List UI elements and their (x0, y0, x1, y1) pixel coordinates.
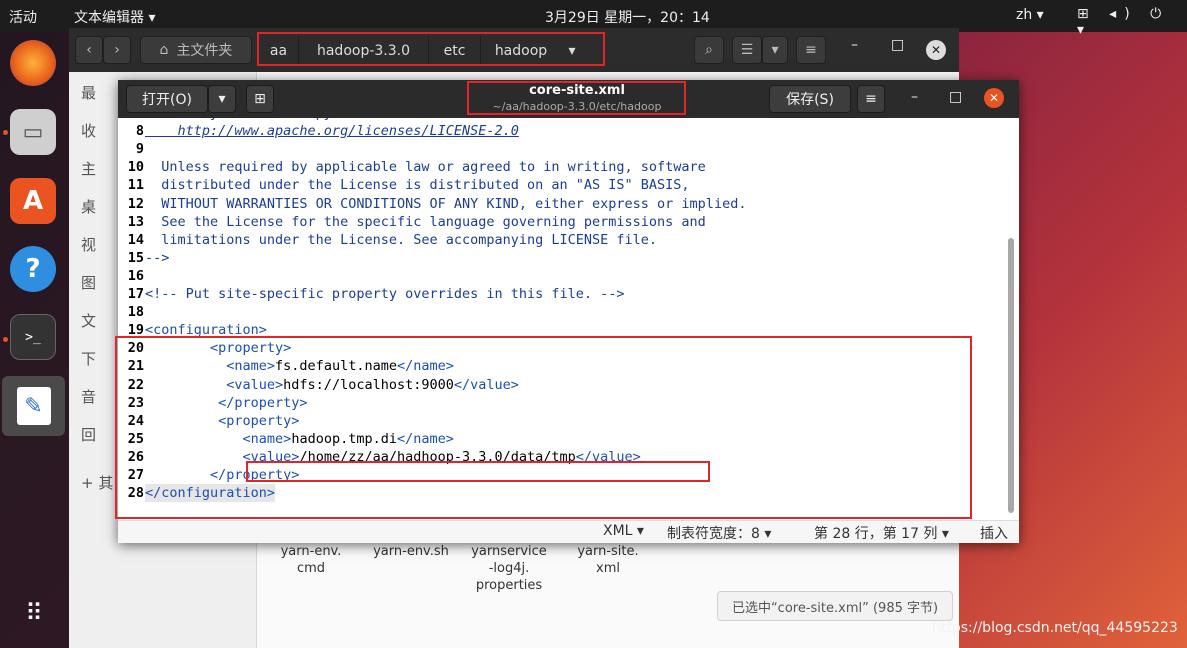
code-line: WITHOUT WARRANTIES OR CONDITIONS OF ANY … (145, 195, 746, 213)
line-number: 14 (127, 231, 144, 248)
maximize-icon[interactable]: □ (949, 89, 962, 105)
clock[interactable]: 3月29日 星期一，20：14 (545, 7, 710, 27)
code-text: You may obtain a copy of the License at (145, 118, 478, 121)
menu-icon[interactable]: ≡ (796, 36, 826, 64)
input-method-menu[interactable]: zh ▾ (1016, 7, 1044, 23)
back-button[interactable]: ‹ (75, 36, 103, 64)
code-text: <!-- Put site-specific property override… (145, 286, 625, 302)
menu-icon[interactable]: ≡ (857, 85, 885, 113)
tab-width-selector[interactable]: 制表符宽度：8 ▾ (667, 523, 771, 543)
maximize-icon[interactable]: □ (891, 37, 904, 53)
open-button[interactable]: 打开(O) (126, 85, 208, 113)
sidebar-item-other[interactable]: + 其 (81, 472, 113, 493)
annotation-configuration (115, 336, 972, 519)
line-number: 10 (127, 159, 144, 176)
code-line: http://www.apache.org/licenses/LICENSE-2… (145, 122, 519, 140)
activities-button[interactable]: 活动 (9, 7, 37, 27)
help-icon[interactable]: ? (10, 246, 56, 292)
home-icon: ⌂ (159, 42, 169, 58)
minimize-icon[interactable]: – (851, 37, 858, 53)
new-tab-icon[interactable]: ⊞ (246, 85, 274, 113)
sidebar-item-trash[interactable]: 回 (81, 424, 96, 445)
selection-status: 已选中“core-site.xml” (985 字节) (717, 591, 953, 621)
code-text: Unless required by applicable law or agr… (145, 159, 706, 176)
minimize-icon[interactable]: – (911, 89, 918, 105)
line-number: 11 (127, 177, 144, 194)
code-line: limitations under the License. See accom… (145, 231, 657, 249)
code-line: See the License for the specific languag… (145, 213, 706, 231)
line-number: 15 (127, 249, 144, 266)
sidebar-item-music[interactable]: 音 (81, 386, 96, 407)
file-yarn-env-sh[interactable]: yarn-env.sh (366, 543, 456, 560)
sidebar-item-starred[interactable]: 收 (81, 120, 96, 141)
insert-mode: 插入 (980, 526, 1008, 542)
code-line: distributed under the License is distrib… (145, 176, 690, 194)
sidebar-item-recent[interactable]: 最 (81, 82, 96, 103)
system-tray[interactable]: ⊞ ◂) ⏻ ▾ (1077, 6, 1187, 38)
home-crumb[interactable]: ⌂ 主文件夹 (140, 36, 252, 64)
running-indicator (3, 337, 8, 342)
file-yarn-env-cmd[interactable]: yarn-env. cmd (271, 543, 351, 577)
sidebar-item-documents[interactable]: 文 (81, 310, 96, 331)
code-text: --> (145, 249, 170, 266)
watermark: https://blog.csdn.net/qq_44595223 (932, 620, 1178, 636)
sidebar-item-videos[interactable]: 视 (81, 234, 96, 255)
software-icon[interactable]: A (10, 178, 56, 224)
running-indicator (3, 130, 8, 135)
line-number: 9 (135, 141, 144, 158)
sidebar-item-pictures[interactable]: 图 (81, 272, 96, 293)
app-menu[interactable]: 文本编辑器 ▾ (74, 7, 155, 27)
line-number: 12 (127, 195, 144, 212)
save-button[interactable]: 保存(S) (769, 85, 851, 113)
code-text: limitations under the License. See accom… (145, 231, 658, 248)
code-line: --> (145, 249, 169, 267)
files-icon[interactable]: ▭ (10, 109, 56, 155)
line-number: 16 (127, 267, 144, 284)
file-yarn-site-xml[interactable]: yarn-site. xml (567, 543, 649, 577)
cursor-position[interactable]: 第 28 行，第 17 列 ▾ (814, 523, 949, 543)
forward-button[interactable]: › (103, 36, 131, 64)
line-number: 17 (127, 286, 144, 302)
code-text: See the License for the specific languag… (145, 213, 706, 230)
code-text: WITHOUT WARRANTIES OR CONDITIONS OF ANY … (145, 195, 747, 212)
terminal-icon[interactable]: >_ (10, 314, 56, 360)
close-icon[interactable]: ✕ (984, 88, 1004, 108)
text-editor-icon[interactable]: ✎ (2, 376, 65, 436)
sidebar-item-desktop[interactable]: 桌 (81, 196, 96, 217)
line-number: 13 (127, 213, 144, 230)
line-number: 18 (127, 304, 144, 321)
search-icon[interactable]: ⌕ (694, 36, 724, 64)
close-icon[interactable]: ✕ (926, 40, 946, 60)
show-apps-icon[interactable]: ⠿ (10, 590, 56, 636)
home-crumb-label: 主文件夹 (176, 43, 233, 59)
annotation-breadcrumb (257, 32, 605, 66)
code-text: distributed under the License is distrib… (145, 177, 690, 194)
view-options-icon[interactable]: ▾ (762, 36, 788, 64)
editor-statusbar: XML ▾ 制表符宽度：8 ▾ 第 28 行，第 17 列 ▾ 插入 (118, 520, 1019, 543)
code-line: Unless required by applicable law or agr… (145, 158, 706, 176)
list-view-icon[interactable]: ☰ (732, 36, 762, 64)
code-line: <!-- Put site-specific property override… (145, 285, 625, 303)
line-number: 8 (135, 123, 144, 140)
language-selector[interactable]: XML ▾ (603, 523, 644, 539)
dock: ▭ A ? >_ ✎ ⠿ (0, 32, 69, 648)
sidebar-item-downloads[interactable]: 下 (81, 348, 96, 369)
file-yarnservice-log4j[interactable]: yarnservice -log4j. properties (463, 543, 555, 594)
annotation-title (467, 81, 686, 115)
open-menu-chevron-icon[interactable]: ▾ (208, 85, 236, 113)
annotation-value-line (246, 461, 710, 482)
firefox-icon[interactable] (10, 40, 56, 86)
sidebar-item-home[interactable]: 主 (81, 158, 96, 179)
vertical-scrollbar[interactable] (1008, 238, 1014, 513)
license-link[interactable]: http://www.apache.org/licenses/LICENSE-2… (145, 123, 519, 139)
